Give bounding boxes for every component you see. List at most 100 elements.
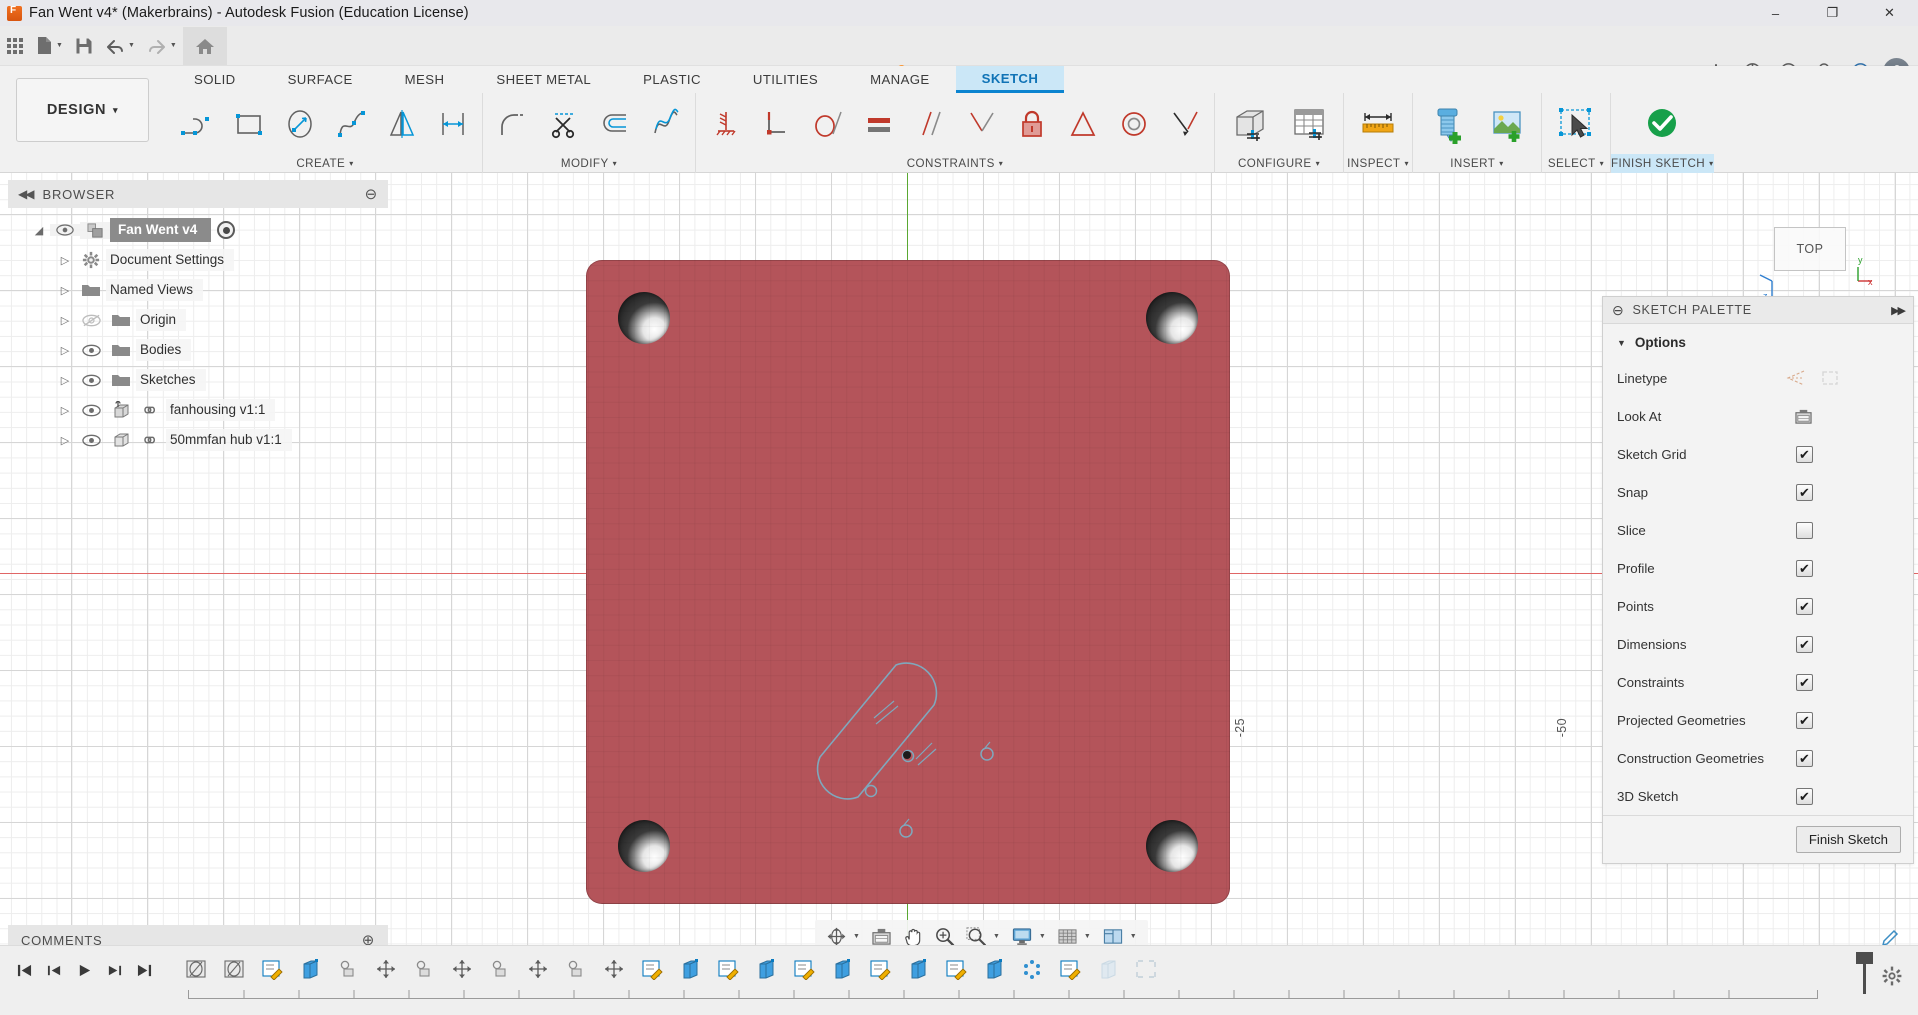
chevron-down-icon[interactable]: ▼ bbox=[1084, 933, 1091, 940]
timeline-node[interactable] bbox=[520, 952, 556, 986]
expand-arrow-icon[interactable]: ▷ bbox=[54, 404, 76, 417]
ribbon-tab-manage[interactable]: MANAGE bbox=[844, 66, 956, 93]
timeline-node[interactable] bbox=[292, 952, 328, 986]
projected-geometries-checkbox[interactable]: ✔ bbox=[1796, 712, 1813, 729]
chevron-down-icon[interactable]: ▼ bbox=[853, 933, 860, 940]
visibility-eye-icon[interactable] bbox=[50, 224, 80, 236]
panel-label-constraints[interactable]: CONSTRAINTS ▾ bbox=[696, 154, 1214, 173]
play-button[interactable] bbox=[70, 956, 98, 984]
parallel-constraint-tool[interactable] bbox=[905, 99, 954, 148]
panel-label-configure[interactable]: CONFIGURE ▾ bbox=[1215, 154, 1343, 173]
insert-mcmaster-part-tool[interactable] bbox=[1418, 96, 1476, 152]
expand-icon[interactable]: ▶▶ bbox=[1891, 304, 1904, 317]
palette-row-projected-geometries[interactable]: Projected Geometries ✔ bbox=[1603, 701, 1913, 739]
tree-item-root[interactable]: ◢ Fan Went v4 bbox=[8, 215, 388, 245]
tree-item-document-settings[interactable]: ▷ Document Settings bbox=[8, 245, 388, 275]
timeline-node[interactable] bbox=[406, 952, 442, 986]
coincident-constraint-tool[interactable] bbox=[956, 99, 1005, 148]
timeline-node[interactable] bbox=[862, 952, 898, 986]
timeline-node[interactable] bbox=[900, 952, 936, 986]
timeline-node[interactable] bbox=[710, 952, 746, 986]
timeline-node[interactable] bbox=[254, 952, 290, 986]
panel-label-select[interactable]: SELECT ▾ bbox=[1542, 154, 1610, 173]
palette-row-slice[interactable]: Slice bbox=[1603, 511, 1913, 549]
close-button[interactable]: ✕ bbox=[1861, 0, 1918, 26]
timeline-node[interactable] bbox=[1128, 952, 1164, 986]
undo-button[interactable]: ▼ bbox=[99, 27, 141, 65]
palette-row-sketch-grid[interactable]: Sketch Grid ✔ bbox=[1603, 435, 1913, 473]
workspace-switcher-button[interactable]: DESIGN ▾ bbox=[16, 78, 149, 142]
timeline-node[interactable] bbox=[596, 952, 632, 986]
palette-row-dimensions[interactable]: Dimensions ✔ bbox=[1603, 625, 1913, 663]
timeline-node[interactable] bbox=[368, 952, 404, 986]
visibility-eye-icon[interactable] bbox=[76, 344, 106, 357]
ribbon-tab-mesh[interactable]: MESH bbox=[379, 66, 471, 93]
points-checkbox[interactable]: ✔ bbox=[1796, 598, 1813, 615]
tree-item-sketches[interactable]: ▷ Sketches bbox=[8, 365, 388, 395]
timeline-node[interactable] bbox=[748, 952, 784, 986]
tree-item-origin[interactable]: ▷ Origin bbox=[8, 305, 388, 335]
timeline-node[interactable] bbox=[1014, 952, 1050, 986]
timeline-node[interactable] bbox=[216, 952, 252, 986]
ribbon-tab-sheet-metal[interactable]: SHEET METAL bbox=[470, 66, 617, 93]
go-to-end-button[interactable] bbox=[130, 956, 158, 984]
activate-component-radio[interactable] bbox=[217, 221, 235, 239]
lock-constraint-tool[interactable] bbox=[1007, 99, 1056, 148]
symmetry-constraint-tool[interactable] bbox=[1058, 99, 1107, 148]
expand-arrow-icon[interactable]: ▷ bbox=[54, 254, 76, 267]
collapse-icon[interactable]: ◀◀ bbox=[18, 187, 32, 201]
palette-row-profile[interactable]: Profile ✔ bbox=[1603, 549, 1913, 587]
expand-arrow-icon[interactable]: ▷ bbox=[54, 434, 76, 447]
chevron-down-icon[interactable]: ▼ bbox=[128, 42, 135, 49]
measure-tool[interactable] bbox=[1349, 96, 1407, 152]
configure-table-tool[interactable] bbox=[1280, 96, 1338, 152]
finish-sketch-tool[interactable] bbox=[1633, 96, 1691, 152]
ribbon-tab-surface[interactable]: SURFACE bbox=[262, 66, 379, 93]
visibility-eye-off-icon[interactable] bbox=[76, 314, 106, 327]
visibility-eye-icon[interactable] bbox=[76, 434, 106, 447]
new-file-button[interactable]: ▼ bbox=[30, 27, 69, 65]
centerline-linetype-icon[interactable] bbox=[1819, 369, 1841, 387]
insert-canvas-tool[interactable] bbox=[1478, 96, 1536, 152]
offset-tool[interactable] bbox=[590, 99, 639, 148]
circle-tool[interactable] bbox=[275, 99, 324, 148]
profile-checkbox[interactable]: ✔ bbox=[1796, 560, 1813, 577]
dimensions-checkbox[interactable]: ✔ bbox=[1796, 636, 1813, 653]
go-to-beginning-button[interactable] bbox=[10, 956, 38, 984]
sketch-points[interactable] bbox=[866, 748, 994, 837]
chevron-down-icon[interactable]: ▼ bbox=[993, 933, 1000, 940]
timeline-node[interactable] bbox=[178, 952, 214, 986]
tree-item-50mmfan-hub[interactable]: ▷ 50mmfan hub v1:1 bbox=[8, 425, 388, 455]
step-forward-button[interactable] bbox=[100, 956, 128, 984]
timeline-node[interactable] bbox=[444, 952, 480, 986]
mirror-tool[interactable] bbox=[377, 99, 426, 148]
expand-arrow-icon[interactable]: ▷ bbox=[54, 344, 76, 357]
timeline-node[interactable] bbox=[482, 952, 518, 986]
minimize-button[interactable]: – bbox=[1747, 0, 1804, 26]
minimize-icon[interactable]: ⊖ bbox=[365, 185, 378, 203]
palette-section-options[interactable]: ▼ Options bbox=[1603, 324, 1913, 359]
slice-checkbox[interactable] bbox=[1796, 522, 1813, 539]
timeline-node[interactable] bbox=[786, 952, 822, 986]
fix-constraint-tool[interactable] bbox=[701, 99, 750, 148]
tree-item-fanhousing[interactable]: ▷ fanhousing v1:1 bbox=[8, 395, 388, 425]
palette-row-constraints[interactable]: Constraints ✔ bbox=[1603, 663, 1913, 701]
panel-label-finish-sketch[interactable]: FINISH SKETCH ▾ bbox=[1611, 154, 1714, 173]
sketch-dimension-tool[interactable] bbox=[428, 99, 477, 148]
look-at-icon[interactable] bbox=[1794, 408, 1813, 425]
step-back-button[interactable] bbox=[40, 956, 68, 984]
timeline-node[interactable] bbox=[976, 952, 1012, 986]
expand-arrow-icon[interactable]: ◢ bbox=[28, 224, 50, 237]
timeline-end-marker[interactable] bbox=[1863, 952, 1866, 994]
ribbon-tab-utilities[interactable]: UTILITIES bbox=[727, 66, 844, 93]
palette-row-snap[interactable]: Snap ✔ bbox=[1603, 473, 1913, 511]
panel-label-inspect[interactable]: INSPECT ▾ bbox=[1344, 154, 1412, 173]
expand-arrow-icon[interactable]: ▷ bbox=[54, 284, 76, 297]
tree-item-bodies[interactable]: ▷ Bodies bbox=[8, 335, 388, 365]
timeline-node[interactable] bbox=[938, 952, 974, 986]
ribbon-tab-solid[interactable]: SOLID bbox=[168, 66, 262, 93]
chevron-down-icon[interactable]: ▼ bbox=[1130, 933, 1137, 940]
snap-checkbox[interactable]: ✔ bbox=[1796, 484, 1813, 501]
expand-arrow-icon[interactable]: ▷ bbox=[54, 374, 76, 387]
timeline-node[interactable] bbox=[1052, 952, 1088, 986]
